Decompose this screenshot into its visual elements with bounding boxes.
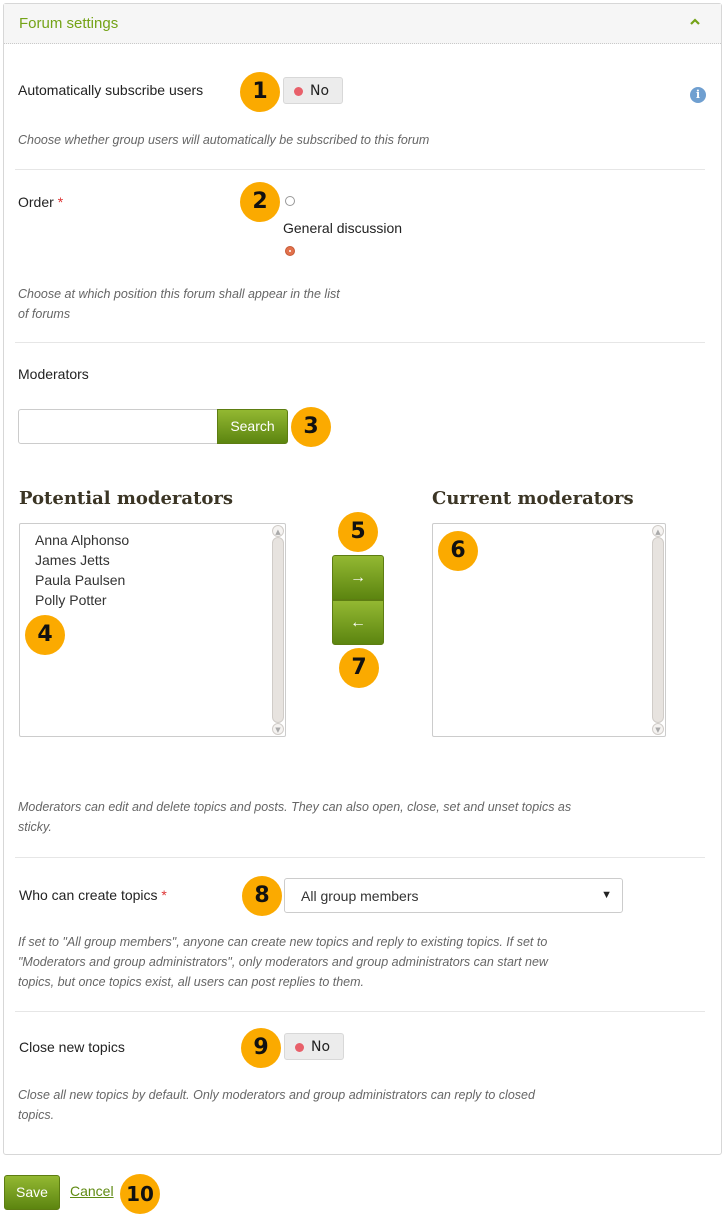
- moderators-description-line: Moderators can edit and delete topics an…: [18, 800, 572, 814]
- callout-badge-3: 3: [291, 407, 331, 447]
- current-moderators-heading: Current moderators: [432, 488, 634, 509]
- close-new-topics-description: Close all new topics by default. Only mo…: [18, 1085, 535, 1125]
- save-button[interactable]: Save: [4, 1175, 60, 1210]
- close-new-topics-label: Close new topics: [19, 1039, 125, 1055]
- who-can-create-label: Who can create topics *: [19, 887, 167, 903]
- order-option-label: General discussion: [283, 220, 403, 236]
- divider: [15, 342, 705, 343]
- scrollbar[interactable]: ▲ ▼: [272, 525, 284, 735]
- select-value: All group members: [301, 888, 419, 904]
- cancel-link[interactable]: Cancel: [70, 1183, 114, 1199]
- add-moderator-button[interactable]: →: [332, 555, 384, 600]
- scroll-up-icon[interactable]: ▲: [652, 525, 664, 537]
- scroll-down-icon[interactable]: ▼: [652, 723, 664, 735]
- scroll-track[interactable]: [652, 537, 664, 723]
- order-description: Choose at which position this forum shal…: [18, 284, 340, 324]
- order-radio-first[interactable]: [285, 196, 295, 206]
- callout-badge-1: 1: [240, 72, 280, 112]
- list-item[interactable]: Paula Paulsen: [20, 570, 129, 590]
- order-description-line: of forums: [18, 307, 71, 321]
- scrollbar[interactable]: ▲ ▼: [652, 525, 664, 735]
- moderators-label: Moderators: [18, 366, 89, 382]
- panel-header[interactable]: Forum settings: [4, 4, 721, 44]
- callout-badge-8: 8: [242, 876, 282, 916]
- toggle-off-indicator-icon: [295, 1043, 304, 1052]
- callout-badge-6: 6: [438, 531, 478, 571]
- toggle-off-indicator-icon: [294, 87, 303, 96]
- required-marker: *: [57, 194, 64, 210]
- who-can-create-label-text: Who can create topics: [19, 887, 158, 903]
- callout-badge-5: 5: [338, 512, 378, 552]
- scroll-up-icon[interactable]: ▲: [272, 525, 284, 537]
- toggle-value: No: [311, 1039, 331, 1055]
- order-label-text: Order: [18, 194, 54, 210]
- callout-badge-4: 4: [25, 615, 65, 655]
- callout-badge-7: 7: [339, 648, 379, 688]
- who-can-create-description-line: If set to "All group members", anyone ca…: [18, 935, 548, 949]
- arrow-right-icon: →: [350, 569, 366, 586]
- auto-subscribe-label: Automatically subscribe users: [18, 82, 204, 98]
- callout-badge-2: 2: [240, 182, 280, 222]
- auto-subscribe-description: Choose whether group users will automati…: [18, 133, 430, 147]
- divider: [15, 169, 705, 170]
- moderators-description-line: sticky.: [18, 820, 52, 834]
- divider: [15, 857, 705, 858]
- search-button[interactable]: Search: [217, 409, 288, 444]
- callout-badge-9: 9: [241, 1028, 281, 1068]
- potential-moderators-items: Anna Alphonso James Jetts Paula Paulsen …: [20, 530, 129, 610]
- list-item[interactable]: James Jetts: [20, 550, 129, 570]
- potential-moderators-heading: Potential moderators: [19, 488, 234, 509]
- list-item[interactable]: Polly Potter: [20, 590, 129, 610]
- toggle-value: No: [310, 83, 330, 99]
- arrow-left-icon: ←: [350, 614, 366, 631]
- close-new-topics-toggle[interactable]: No: [284, 1033, 344, 1060]
- dropdown-caret-icon: ▼: [601, 889, 612, 901]
- order-radio-after-general-discussion[interactable]: [285, 246, 295, 256]
- moderator-search-input[interactable]: [18, 409, 218, 444]
- required-marker: *: [161, 887, 167, 903]
- close-new-topics-description-line: Close all new topics by default. Only mo…: [18, 1088, 535, 1102]
- who-can-create-select[interactable]: All group members ▼: [284, 878, 623, 913]
- scroll-down-icon[interactable]: ▼: [272, 723, 284, 735]
- remove-moderator-button[interactable]: ←: [332, 600, 384, 645]
- scroll-track[interactable]: [272, 537, 284, 723]
- who-can-create-description-line: "Moderators and group administrators", o…: [18, 955, 548, 969]
- who-can-create-description-line: topics, but once topics exist, all users…: [18, 975, 365, 989]
- info-icon[interactable]: i: [690, 87, 706, 103]
- divider: [15, 1011, 705, 1012]
- moderators-description: Moderators can edit and delete topics an…: [18, 797, 571, 837]
- auto-subscribe-toggle[interactable]: No: [283, 77, 343, 104]
- panel-title: Forum settings: [19, 15, 119, 32]
- close-new-topics-description-line: topics.: [18, 1108, 55, 1122]
- order-label: Order *: [18, 194, 63, 210]
- callout-badge-10: 10: [120, 1174, 160, 1214]
- order-description-line: Choose at which position this forum shal…: [18, 287, 340, 301]
- who-can-create-description: If set to "All group members", anyone ca…: [18, 932, 548, 992]
- list-item[interactable]: Anna Alphonso: [20, 530, 129, 550]
- chevron-up-icon[interactable]: [689, 16, 701, 28]
